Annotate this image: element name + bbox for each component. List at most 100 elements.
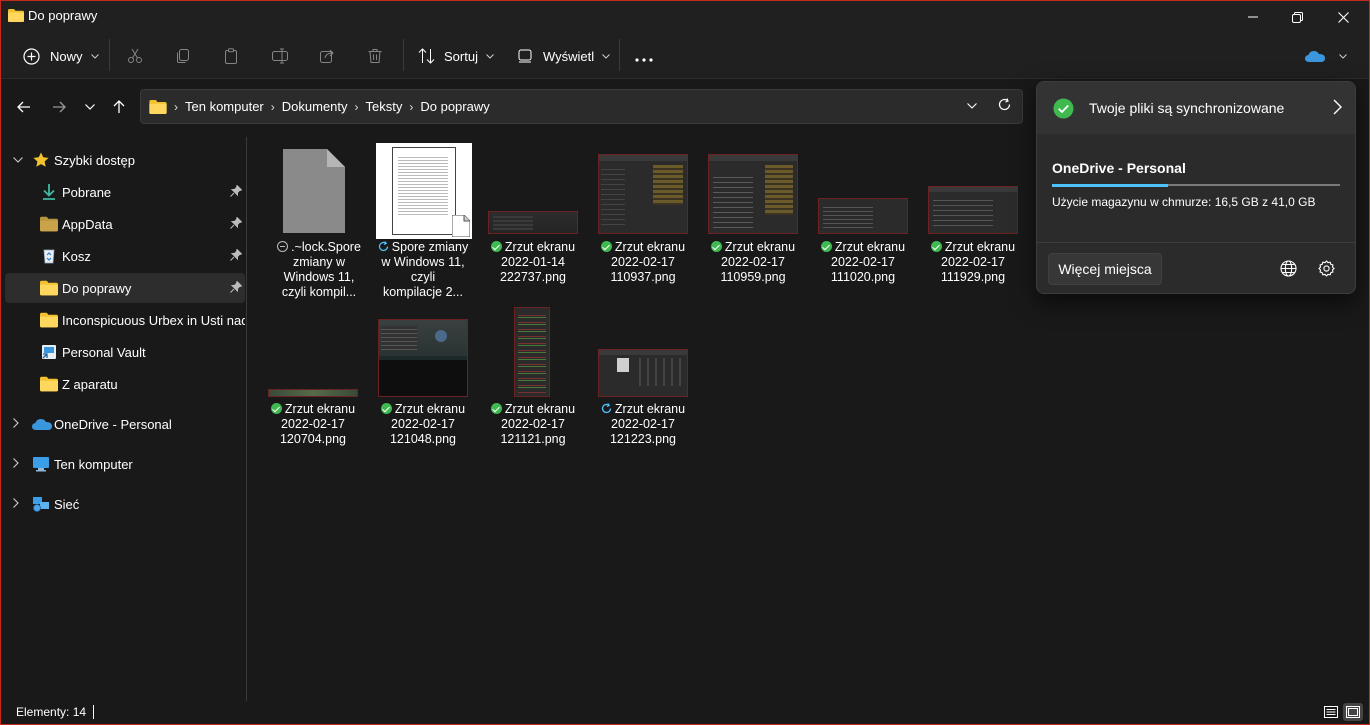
sync-ok-icon [270, 403, 282, 414]
new-button[interactable]: Nowy [23, 41, 99, 71]
pin-icon[interactable] [230, 281, 242, 293]
title-bar[interactable]: Do poprawy [1, 1, 1369, 33]
sidebar-item-personal-vault[interactable]: Personal Vault [5, 337, 245, 367]
check-circle-icon [1053, 98, 1074, 119]
sidebar-item-do-poprawy[interactable]: Do poprawy [5, 273, 245, 303]
sidebar-item-label: Personal Vault [62, 345, 146, 360]
sidebar-item-onedrive[interactable]: OneDrive - Personal [5, 409, 245, 439]
pin-icon[interactable] [230, 217, 242, 229]
sidebar-item-downloads[interactable]: Pobrane [5, 177, 245, 207]
file-item[interactable]: Zrzut ekranu 2022-02-17 110937.png [591, 143, 695, 303]
network-icon [33, 497, 49, 512]
chevron-right-icon [13, 418, 19, 428]
more-space-button[interactable]: Więcej miejsca [1048, 253, 1162, 285]
close-button[interactable] [1320, 1, 1366, 33]
file-item[interactable]: Zrzut ekranu 2022-02-17 111020.png [811, 143, 915, 303]
file-name: 2022-02-17 [941, 255, 1005, 269]
new-label: Nowy [50, 48, 83, 64]
address-bar[interactable]: › Ten komputer › Dokumenty › Teksty › Do… [140, 89, 1023, 124]
file-name: czyli kompil... [281, 285, 357, 299]
sync-ok-icon [710, 241, 722, 252]
breadcrumb-separator[interactable]: › [355, 100, 359, 114]
gear-icon[interactable] [1318, 260, 1335, 277]
more-options-button[interactable] [635, 45, 653, 75]
file-name: 222737.png [499, 270, 567, 284]
paste-button[interactable] [223, 41, 239, 71]
onedrive-button[interactable] [1305, 41, 1347, 71]
generic-file-icon [283, 149, 345, 233]
sidebar-item-quick-access[interactable]: Szybki dostęp [5, 145, 245, 175]
breadcrumb-separator[interactable]: › [174, 100, 178, 114]
image-thumbnail [598, 154, 688, 234]
sync-none-icon [277, 241, 289, 252]
file-name: 121223.png [609, 432, 677, 446]
onedrive-cloud-icon [32, 419, 52, 430]
globe-icon[interactable] [1280, 260, 1297, 277]
file-item[interactable]: Zrzut ekranu 2022-01-14 222737.png [481, 143, 585, 303]
pin-icon[interactable] [230, 249, 242, 261]
file-item[interactable]: .~lock.Spore zmiany w Windows 11, czyli … [267, 143, 371, 303]
image-thumbnail [708, 154, 798, 234]
sync-ok-icon [820, 241, 832, 252]
file-explorer-window: Do poprawy Nowy Sortuj Wyświetl › Ten ko… [0, 0, 1370, 725]
breadcrumb-do-poprawy[interactable]: Do poprawy [420, 99, 489, 114]
up-button[interactable] [107, 95, 131, 119]
sort-button[interactable]: Sortuj [418, 41, 494, 71]
share-button[interactable] [319, 41, 335, 71]
sidebar-item-label: Z aparatu [62, 377, 118, 392]
details-view-button[interactable] [1321, 703, 1341, 721]
file-item[interactable]: Spore zmiany w Windows 11, czyli kompila… [371, 143, 475, 303]
back-button[interactable] [12, 95, 36, 119]
breadcrumb-separator[interactable]: › [409, 100, 413, 114]
restore-button[interactable] [1274, 1, 1320, 33]
view-button[interactable]: Wyświetl [518, 41, 611, 71]
sync-status-row[interactable]: Twoje pliki są synchronizowane [1037, 82, 1355, 134]
file-item[interactable]: Zrzut ekranu 2022-02-17 110959.png [701, 143, 805, 303]
sidebar-item-label: Inconspicuous Urbex in Usti nad Labem [62, 313, 245, 328]
sidebar-item-inconspicuous-urbex[interactable]: Inconspicuous Urbex in Usti nad Labem [5, 305, 245, 335]
tiles-view-button[interactable] [1343, 703, 1363, 721]
breadcrumb-teksty[interactable]: Teksty [366, 99, 403, 114]
sidebar-item-appdata[interactable]: AppData [5, 209, 245, 239]
arrow-up-icon [113, 100, 125, 113]
chevron-right-icon [13, 498, 19, 508]
rename-button[interactable] [271, 41, 289, 71]
cut-button[interactable] [127, 41, 143, 71]
command-bar: Nowy Sortuj Wyświetl [1, 33, 1369, 79]
recent-locations-button[interactable] [78, 95, 102, 119]
breadcrumb-ten-komputer[interactable]: Ten komputer [185, 99, 264, 114]
sidebar-item-this-pc[interactable]: Ten komputer [5, 449, 245, 479]
address-history-button[interactable] [967, 97, 977, 112]
file-name: Windows 11, [283, 270, 355, 284]
details-view-icon [1324, 706, 1338, 718]
file-item[interactable]: Zrzut ekranu 2022-02-17 111929.png [921, 143, 1025, 303]
sidebar-item-z-aparatu[interactable]: Z aparatu [5, 369, 245, 399]
sidebar-item-label: Pobrane [62, 185, 112, 200]
download-icon [43, 184, 55, 200]
refresh-button[interactable] [998, 98, 1011, 114]
arrow-right-icon [53, 101, 66, 113]
delete-button[interactable] [367, 41, 383, 71]
file-item[interactable]: Zrzut ekranu 2022-02-17 121048.png [371, 305, 475, 455]
file-item[interactable]: Zrzut ekranu 2022-02-17 121121.png [481, 305, 585, 455]
breadcrumb-dokumenty[interactable]: Dokumenty [282, 99, 348, 114]
file-name: .~lock.Spore [291, 240, 361, 254]
forward-button[interactable] [47, 95, 71, 119]
breadcrumb-separator[interactable]: › [271, 100, 275, 114]
rename-icon [272, 48, 288, 64]
file-name: 2022-02-17 [391, 417, 455, 431]
sidebar-item-network[interactable]: Sieć [5, 489, 245, 519]
folder-icon [40, 280, 58, 296]
file-name: zmiany w [292, 255, 346, 269]
image-thumbnail [488, 211, 578, 234]
file-item[interactable]: Zrzut ekranu 2022-02-17 121223.png [591, 305, 695, 455]
refresh-icon [998, 98, 1011, 111]
file-item[interactable]: Zrzut ekranu 2022-02-17 120704.png [261, 305, 365, 455]
pin-icon[interactable] [230, 185, 242, 197]
storage-usage-bar [1052, 183, 1340, 187]
sidebar-item-recycle-bin[interactable]: Kosz [5, 241, 245, 271]
folder-icon [40, 216, 58, 232]
copy-button[interactable] [175, 41, 191, 71]
file-name: 110959.png [720, 270, 786, 284]
minimize-button[interactable] [1230, 1, 1276, 33]
